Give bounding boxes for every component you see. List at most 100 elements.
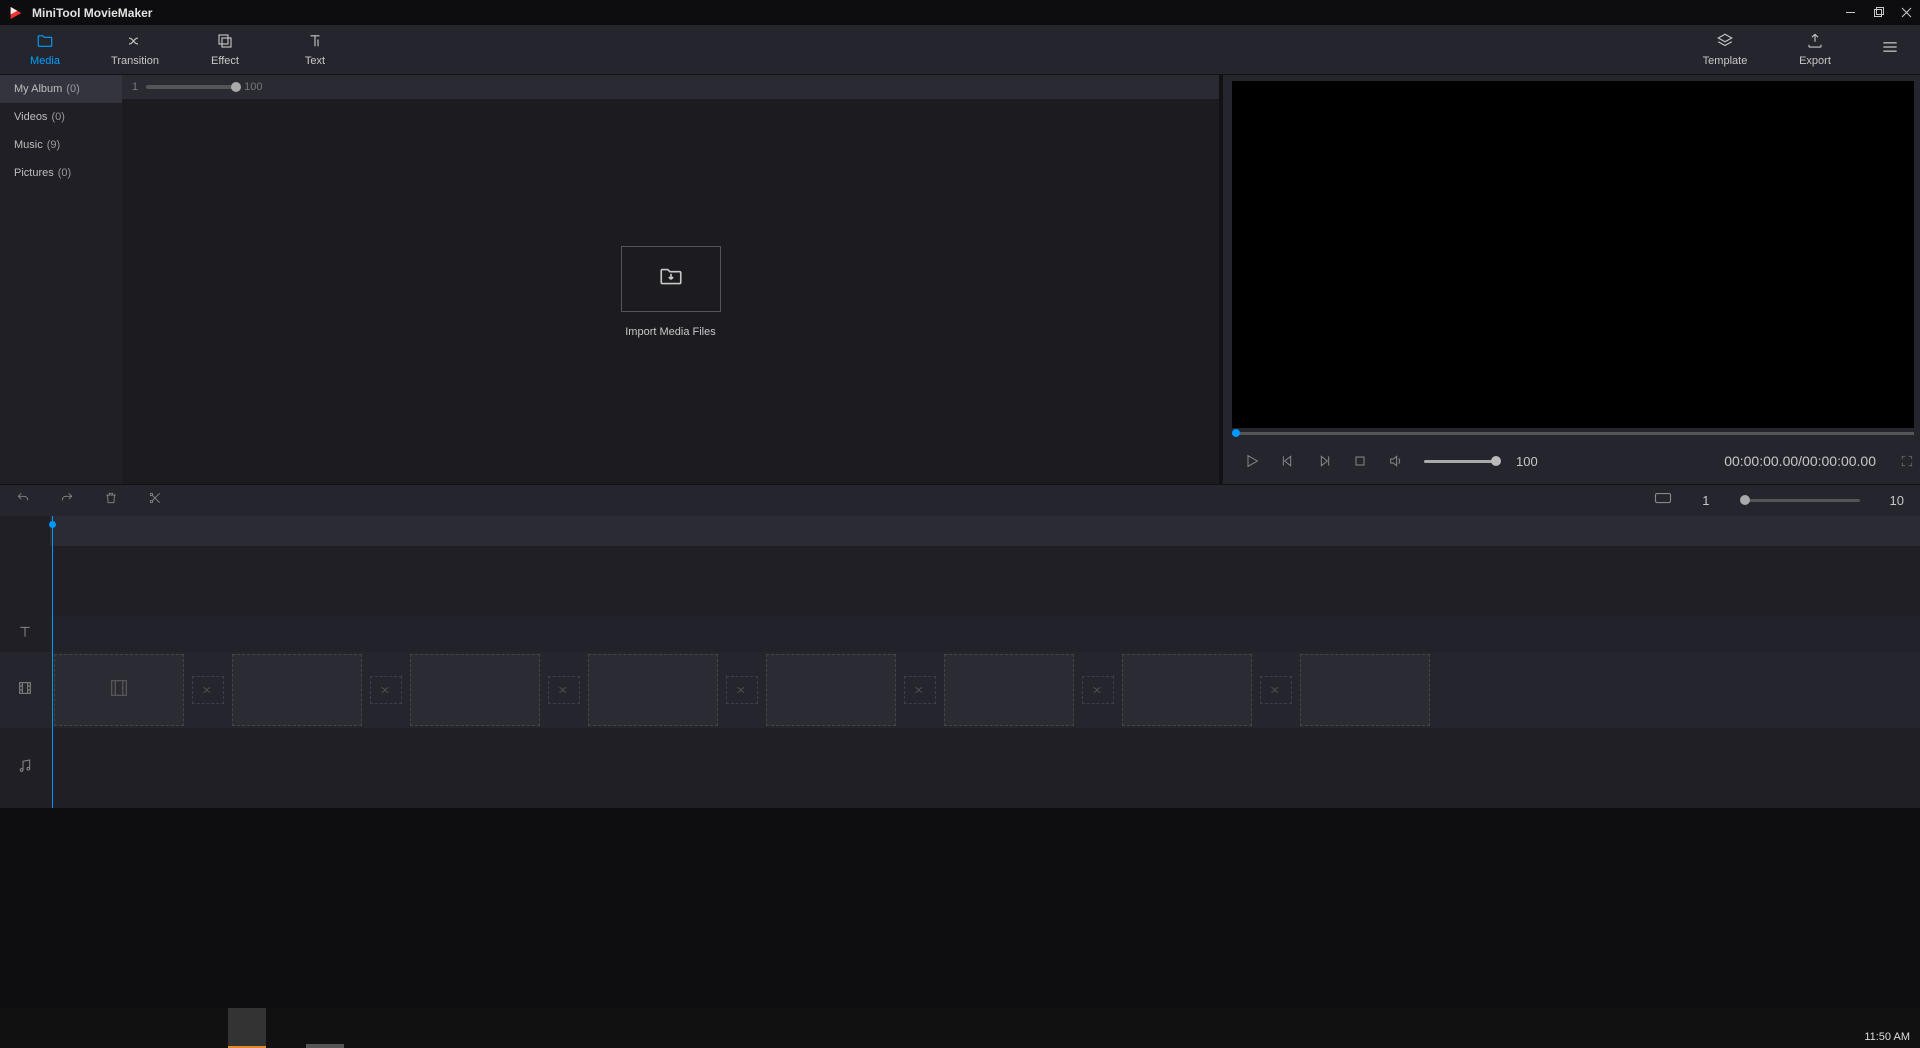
preview-video[interactable] (1232, 81, 1914, 428)
fullscreen-button[interactable] (1900, 454, 1914, 468)
app-logo-icon (8, 5, 24, 21)
prev-frame-button[interactable] (1280, 453, 1296, 469)
text-track-label[interactable] (0, 616, 50, 652)
undo-button[interactable] (16, 491, 30, 510)
clip-placeholder[interactable] (54, 654, 184, 726)
tab-label: Media (30, 55, 60, 67)
tab-media[interactable]: Media (0, 25, 90, 74)
fit-timeline-button[interactable] (1654, 491, 1672, 510)
transition-placeholder[interactable] (370, 676, 402, 704)
audio-track[interactable] (50, 728, 1920, 808)
preview-panel: 100 00:00:00.00/00:00:00.00 (1223, 75, 1920, 484)
tab-text[interactable]: Text (270, 25, 360, 74)
music-icon (17, 758, 33, 779)
media-zoom-slider[interactable] (146, 85, 236, 89)
film-icon (17, 680, 33, 701)
window-maximize-button[interactable] (1864, 0, 1892, 25)
timeline (0, 516, 1920, 808)
sidebar-item-count: (0) (51, 111, 64, 123)
clip-placeholder[interactable] (1122, 654, 1252, 726)
film-icon (108, 677, 130, 704)
stop-button[interactable] (1352, 453, 1368, 469)
zoom-min-label: 1 (132, 81, 138, 93)
timeline-ruler[interactable] (50, 516, 1920, 546)
transition-placeholder[interactable] (904, 676, 936, 704)
volume-slider[interactable] (1424, 460, 1496, 463)
transition-placeholder[interactable] (1082, 676, 1114, 704)
video-track-label[interactable] (0, 652, 50, 728)
clip-placeholder[interactable] (766, 654, 896, 726)
timeline-zoom-min: 1 (1702, 493, 1709, 508)
media-panel: 1 100 Import Media Files (122, 75, 1223, 484)
taskbar-app-active[interactable] (228, 1008, 266, 1048)
video-track[interactable] (50, 652, 1920, 728)
clip-placeholder[interactable] (232, 654, 362, 726)
taskbar-clock[interactable]: 11:50 AM (1854, 1027, 1920, 1048)
split-button[interactable] (148, 491, 162, 510)
button-label: Template (1703, 55, 1748, 67)
timeline-zoom-slider[interactable] (1740, 499, 1860, 502)
windows-taskbar[interactable]: 11:50 AM (0, 1008, 1920, 1048)
menu-button[interactable] (1860, 25, 1920, 74)
taskbar-app[interactable] (306, 1044, 344, 1048)
text-icon (17, 624, 33, 645)
sidebar-item-label: Videos (14, 111, 47, 123)
effect-icon (216, 32, 234, 53)
text-icon (306, 32, 324, 53)
clip-placeholder[interactable] (588, 654, 718, 726)
progress-playhead[interactable] (1232, 429, 1240, 437)
text-track[interactable] (50, 616, 1920, 652)
app-title: MiniTool MovieMaker (32, 6, 152, 20)
title-bar: MiniTool MovieMaker (0, 0, 1920, 25)
clip-placeholder[interactable] (1300, 654, 1430, 726)
sidebar-item-count: (0) (66, 83, 79, 95)
folder-download-icon (658, 263, 684, 294)
sidebar-item-videos[interactable]: Videos (0) (0, 103, 122, 131)
tab-transition[interactable]: Transition (90, 25, 180, 74)
sidebar-item-pictures[interactable]: Pictures (0) (0, 159, 122, 187)
clip-placeholder[interactable] (410, 654, 540, 726)
redo-button[interactable] (60, 491, 74, 510)
slider-thumb[interactable] (231, 82, 241, 92)
play-button[interactable] (1244, 453, 1260, 469)
sidebar-item-count: (0) (58, 167, 71, 179)
media-zoom-bar: 1 100 (122, 75, 1219, 99)
slider-thumb[interactable] (1491, 456, 1501, 466)
timeline-tracks[interactable] (50, 516, 1920, 808)
transition-placeholder[interactable] (726, 676, 758, 704)
media-sidebar: My Album (0) Videos (0) Music (9) Pictur… (0, 75, 122, 484)
sidebar-item-music[interactable]: Music (9) (0, 131, 122, 159)
tab-label: Effect (211, 55, 239, 67)
preview-progress-bar[interactable] (1232, 428, 1914, 438)
transition-placeholder[interactable] (192, 676, 224, 704)
template-icon (1716, 32, 1734, 53)
import-label: Import Media Files (625, 326, 715, 338)
sidebar-item-label: My Album (14, 83, 62, 95)
transition-placeholder[interactable] (1260, 676, 1292, 704)
sidebar-item-count: (9) (47, 139, 60, 151)
transition-placeholder[interactable] (548, 676, 580, 704)
export-icon (1806, 32, 1824, 53)
audio-track-label[interactable] (0, 728, 50, 808)
delete-button[interactable] (104, 491, 118, 510)
sidebar-item-label: Music (14, 139, 43, 151)
slider-thumb[interactable] (1740, 495, 1750, 505)
button-label: Export (1799, 55, 1831, 67)
import-media-button[interactable] (621, 246, 721, 312)
hamburger-icon (1880, 37, 1900, 62)
tab-label: Text (305, 55, 325, 67)
export-button[interactable]: Export (1770, 25, 1860, 74)
clip-placeholder[interactable] (944, 654, 1074, 726)
sidebar-item-myalbum[interactable]: My Album (0) (0, 75, 122, 103)
tab-effect[interactable]: Effect (180, 25, 270, 74)
zoom-max-label: 100 (244, 81, 262, 93)
timeline-playhead[interactable] (52, 516, 53, 808)
mute-button[interactable] (1388, 453, 1404, 469)
next-frame-button[interactable] (1316, 453, 1332, 469)
window-close-button[interactable] (1892, 0, 1920, 25)
timeline-toolbar: 1 10 (0, 484, 1920, 516)
window-minimize-button[interactable] (1836, 0, 1864, 25)
template-button[interactable]: Template (1680, 25, 1770, 74)
preview-controls: 100 00:00:00.00/00:00:00.00 (1232, 438, 1914, 484)
transition-icon (126, 32, 144, 53)
